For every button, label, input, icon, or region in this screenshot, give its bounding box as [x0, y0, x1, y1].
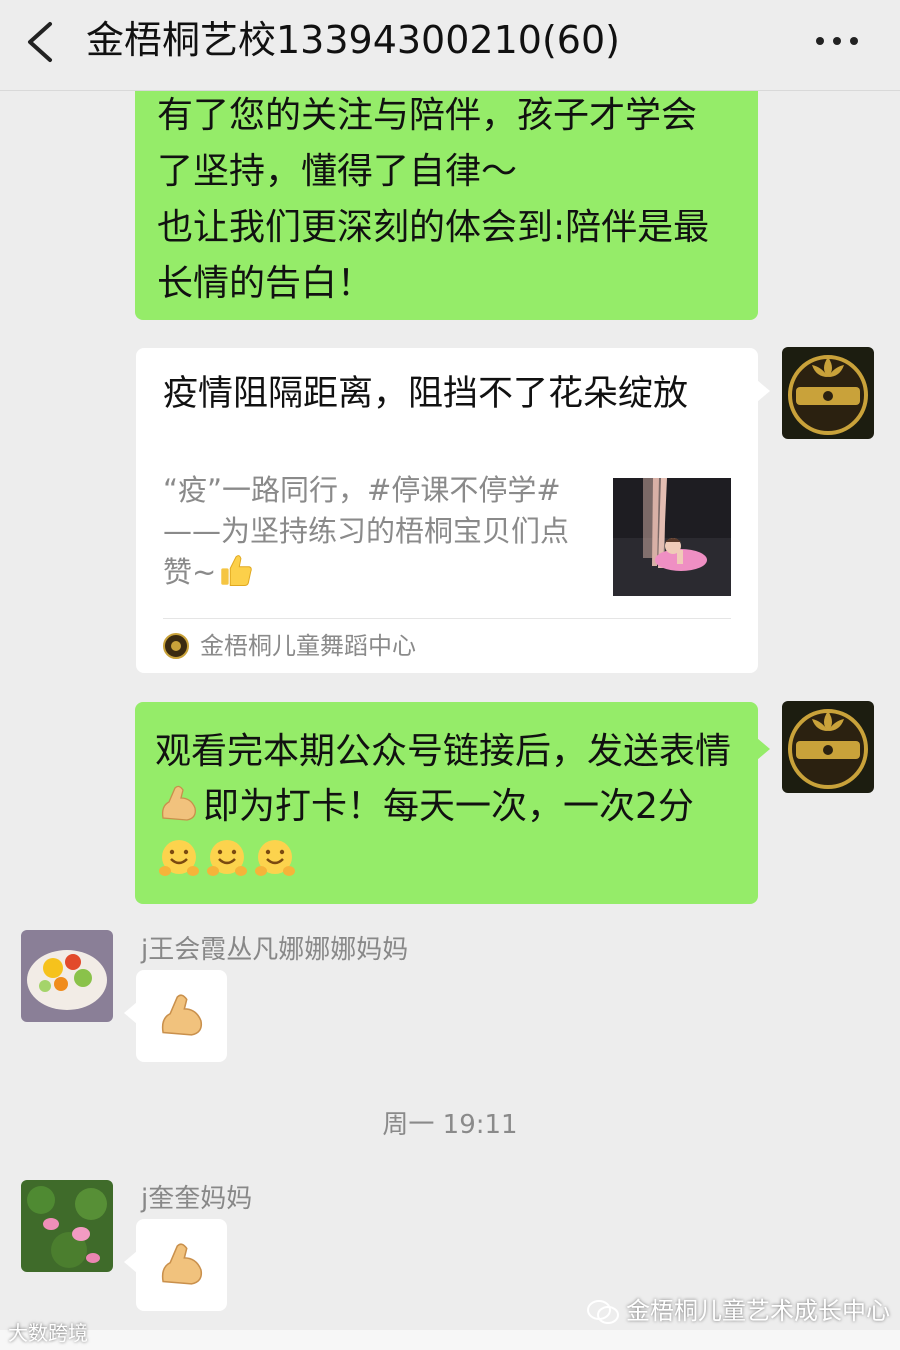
watermark-text: 大数跨境	[8, 1321, 88, 1345]
thumbs-up-icon	[221, 555, 253, 587]
ballet-photo-image	[613, 478, 731, 596]
more-dots-icon[interactable]	[812, 26, 862, 56]
sent-message-bubble[interactable]: 观看完本期公众号链接后，发送表情 即为打卡！每天一次，一次2分	[135, 702, 770, 904]
lotus-photo-image	[21, 1180, 113, 1272]
message-line: 了坚持，懂得了自律～	[157, 151, 518, 192]
message-timestamp: 周一 19:11	[382, 1110, 518, 1140]
bubble-tail	[124, 1251, 137, 1273]
article-source: 金梧桐儿童舞蹈中心	[200, 632, 416, 660]
message-text: 观看完本期公众号链接后，发送表情	[155, 731, 732, 772]
chat-header: 金梧桐艺校13394300210(60)	[0, 0, 900, 91]
article-title: 疫情阻隔距离，阻挡不了花朵绽放	[163, 374, 689, 414]
received-message-bubble[interactable]	[124, 1219, 227, 1311]
article-description: “疫”一路同行，#停课不停学#——为坚持练习的梧桐宝贝们点赞~	[163, 470, 593, 593]
bottom-strip	[0, 1330, 900, 1350]
chevron-left-icon[interactable]	[22, 20, 62, 64]
official-account-logo-icon	[163, 633, 189, 659]
school-logo-icon	[782, 347, 874, 439]
watermark-text: 金梧桐儿童艺术成长中心	[626, 1297, 890, 1325]
divider	[163, 618, 731, 619]
hugging-face-icon	[255, 840, 295, 876]
wechat-icon	[587, 1300, 619, 1324]
avatar[interactable]	[782, 701, 874, 793]
bubble-tail	[124, 1002, 137, 1024]
article-thumbnail	[613, 478, 731, 596]
bubble-tail	[757, 738, 770, 760]
message-line: 长情的告白！	[157, 263, 374, 304]
avatar[interactable]	[782, 347, 874, 439]
watermark: 大数跨境	[8, 1319, 88, 1347]
chat-title: 金梧桐艺校13394300210(60)	[86, 18, 620, 62]
sender-name: j奎奎妈妈	[141, 1184, 253, 1214]
article-link-card[interactable]: 疫情阻隔距离，阻挡不了花朵绽放 “疫”一路同行，#停课不停学#——为坚持练习的梧…	[136, 348, 770, 673]
hugging-face-icon	[207, 840, 247, 876]
hugging-face-icon	[159, 840, 199, 876]
received-message-bubble[interactable]	[124, 970, 227, 1062]
school-logo-icon	[782, 701, 874, 793]
message-line: 也让我们更深刻的体会到:陪伴是最	[157, 207, 710, 248]
bubble-tail	[757, 380, 770, 402]
watermark: 金梧桐儿童艺术成长中心	[586, 1293, 890, 1329]
sent-message-bubble[interactable]: 有了您的关注与陪伴，孩子才学会 了坚持，懂得了自律～ 也让我们更深刻的体会到:陪…	[135, 82, 758, 320]
message-line: 有了您的关注与陪伴，孩子才学会	[157, 95, 698, 136]
flexed-biceps-icon	[161, 994, 203, 1036]
flexed-biceps-icon	[161, 785, 196, 821]
flexed-biceps-icon	[161, 1243, 203, 1285]
avatar[interactable]	[21, 1180, 113, 1272]
avatar[interactable]	[21, 930, 113, 1022]
cake-photo-image	[21, 930, 113, 1022]
sender-name: j王会霞丛凡娜娜娜妈妈	[141, 935, 409, 965]
message-text: 即为打卡！每天一次，一次2分	[203, 786, 694, 827]
